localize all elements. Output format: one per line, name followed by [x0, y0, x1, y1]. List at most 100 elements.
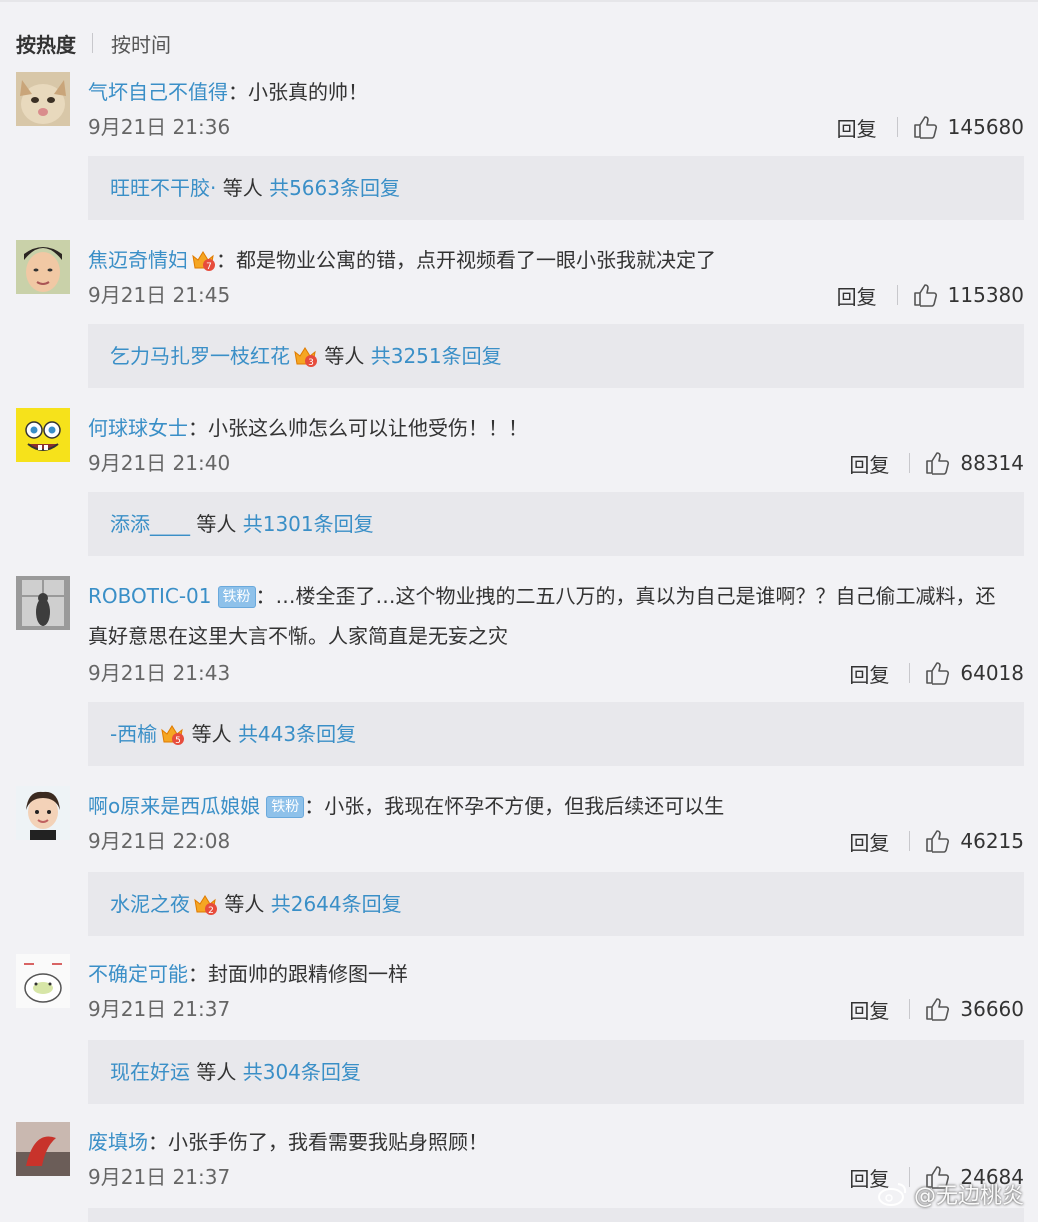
reply-button[interactable]: 回复 — [849, 995, 889, 1024]
colon: ： — [188, 962, 208, 986]
svg-text:3: 3 — [308, 358, 314, 368]
iron-fan-badge: 铁粉 — [217, 586, 256, 608]
comment-content: 啊o原来是西瓜娘娘 铁粉 ：小张，我现在怀孕不方便，但我后续还可以生 — [88, 786, 1008, 826]
comment-time: 9月21日 21:45 — [88, 283, 231, 307]
reply-mid-text: 等人 — [224, 892, 265, 916]
watermark-text: @无边桃炎 — [913, 1184, 1024, 1209]
action-divider — [909, 999, 911, 1019]
comment-text: 封面帅的跟精修图一样 — [208, 962, 408, 986]
username-link[interactable]: 焦迈奇情妇 — [88, 248, 188, 272]
reply-total-link[interactable]: 共5663条回复 — [269, 176, 400, 200]
svg-text:7: 7 — [206, 262, 212, 272]
reply-user-link[interactable]: 旺旺不干胶· — [110, 176, 216, 200]
replies-summary[interactable]: 现在好运 等人 共304条回复 — [88, 1040, 1024, 1104]
reply-button[interactable]: 回复 — [837, 281, 877, 310]
reply-button[interactable]: 回复 — [849, 659, 889, 688]
svg-text:5: 5 — [175, 736, 181, 746]
avatar[interactable] — [16, 408, 70, 462]
reply-total-link[interactable]: 共1301条回复 — [243, 512, 374, 536]
thumbs-up-icon[interactable] — [924, 450, 950, 476]
comment-item: 啊o原来是西瓜娘娘 铁粉 ：小张，我现在怀孕不方便，但我后续还可以生 9月21日 2… — [0, 786, 1038, 936]
iron-fan-badge: 铁粉 — [266, 796, 305, 818]
colon: ： — [304, 794, 325, 818]
like-count: 64018 — [960, 661, 1024, 685]
action-divider — [896, 117, 898, 137]
avatar[interactable] — [16, 576, 70, 630]
watermark: @无边桃炎 — [877, 1178, 1024, 1210]
reply-button[interactable]: 回复 — [837, 113, 877, 142]
comment-time: 9月21日 21:37 — [88, 1165, 231, 1189]
tab-sort-by-hot[interactable]: 按热度 — [16, 29, 76, 58]
username-link[interactable]: 气坏自己不值得 — [88, 80, 228, 104]
thumbs-up-icon[interactable] — [912, 282, 938, 308]
replies-summary[interactable] — [88, 1208, 1024, 1222]
comment-time: 9月21日 22:08 — [88, 829, 231, 853]
fan-crown-icon: 7 — [192, 251, 215, 272]
thumbs-up-icon[interactable] — [912, 114, 938, 140]
reply-user-link[interactable]: 添添____ — [110, 512, 190, 536]
avatar[interactable] — [16, 786, 70, 840]
like-count: 145680 — [947, 115, 1024, 139]
top-divider — [0, 0, 1038, 2]
reply-total-link[interactable]: 共443条回复 — [238, 722, 356, 746]
reply-total-link[interactable]: 共3251条回复 — [371, 344, 502, 368]
replies-summary[interactable]: 乞力马扎罗一枝红花 3 等人 共3251条回复 — [88, 324, 1024, 388]
comment-time: 9月21日 21:37 — [88, 997, 231, 1021]
fan-crown-icon: 3 — [294, 347, 317, 368]
weibo-logo-icon — [877, 1183, 907, 1206]
reply-button[interactable]: 回复 — [849, 827, 889, 856]
comment-actions: 回复 115380 — [837, 280, 1024, 310]
username-link[interactable]: 不确定可能 — [88, 962, 188, 986]
comment-content: 何球球女士：小张这么帅怎么可以让他受伤！！！ — [88, 408, 1008, 448]
colon: ： — [228, 80, 248, 104]
username-link[interactable]: 何球球女士 — [88, 416, 188, 440]
comment-content: 焦迈奇情妇 7 ：都是物业公寓的错，点开视频看了一眼小张我就决定了 — [88, 240, 1008, 280]
avatar[interactable] — [16, 1122, 70, 1176]
comment-actions: 回复 145680 — [837, 112, 1024, 142]
reply-user-link[interactable]: 乞力马扎罗一枝红花 — [110, 344, 290, 368]
replies-summary[interactable]: 水泥之夜 2 等人 共2644条回复 — [88, 872, 1024, 936]
comment-actions: 回复 36660 — [849, 994, 1024, 1024]
reply-user-link[interactable]: 现在好运 — [110, 1060, 190, 1084]
replies-summary[interactable]: 旺旺不干胶· 等人 共5663条回复 — [88, 156, 1024, 220]
avatar[interactable] — [16, 240, 70, 294]
comment-item: 焦迈奇情妇 7 ：都是物业公寓的错，点开视频看了一眼小张我就决定了 9月21日 21… — [0, 240, 1038, 390]
reply-button[interactable]: 回复 — [849, 449, 889, 478]
reply-total-link[interactable]: 共2644条回复 — [271, 892, 402, 916]
action-divider — [896, 285, 898, 305]
reply-mid-text: 等人 — [196, 512, 237, 536]
comment-text: 小张这么帅怎么可以让他受伤！！！ — [208, 416, 528, 440]
comment-time: 9月21日 21:40 — [88, 451, 231, 475]
comment-text: 小张手伤了，我看需要我贴身照顾！ — [168, 1130, 488, 1154]
fan-crown-icon: 5 — [161, 725, 185, 746]
fan-crown-icon: 2 — [194, 895, 217, 916]
username-link[interactable]: ROBOTIC-01 — [88, 584, 212, 608]
reply-user-link[interactable]: 水泥之夜 — [110, 892, 190, 916]
comment-content: 气坏自己不值得：小张真的帅！ — [88, 72, 1008, 112]
comment-item: 何球球女士：小张这么帅怎么可以让他受伤！！！ 9月21日 21:40 回复 88… — [0, 408, 1038, 558]
thumbs-up-icon[interactable] — [924, 828, 950, 854]
reply-total-link[interactable]: 共304条回复 — [243, 1060, 361, 1084]
reply-user-link[interactable]: -西榆 — [110, 722, 157, 746]
tab-sort-by-time[interactable]: 按时间 — [111, 29, 171, 58]
comment-text: 小张，我现在怀孕不方便，但我后续还可以生 — [324, 794, 725, 818]
thumbs-up-icon[interactable] — [924, 996, 950, 1022]
like-count: 36660 — [960, 997, 1024, 1021]
colon: ： — [216, 248, 236, 272]
like-count: 46215 — [960, 829, 1024, 853]
comment-item: ROBOTIC-01 铁粉 ：…楼全歪了…这个物业拽的二五八万的，真以为自己是谁啊？… — [0, 576, 1038, 766]
sort-tabs: 按热度 按时间 — [16, 28, 171, 58]
reply-mid-text: 等人 — [222, 176, 263, 200]
avatar[interactable] — [16, 72, 70, 126]
thumbs-up-icon[interactable] — [924, 660, 950, 686]
comment-time: 9月21日 21:36 — [88, 115, 231, 139]
username-link[interactable]: 啊o原来是西瓜娘娘 — [88, 794, 260, 818]
comment-text: 都是物业公寓的错，点开视频看了一眼小张我就决定了 — [236, 248, 716, 272]
reply-mid-text: 等人 — [324, 344, 365, 368]
username-link[interactable]: 废填场 — [88, 1130, 148, 1154]
replies-summary[interactable]: -西榆 5 等人 共443条回复 — [88, 702, 1024, 766]
comment-actions: 回复 88314 — [849, 448, 1024, 478]
replies-summary[interactable]: 添添____ 等人 共1301条回复 — [88, 492, 1024, 556]
avatar[interactable] — [16, 954, 70, 1008]
svg-text:2: 2 — [208, 906, 214, 916]
